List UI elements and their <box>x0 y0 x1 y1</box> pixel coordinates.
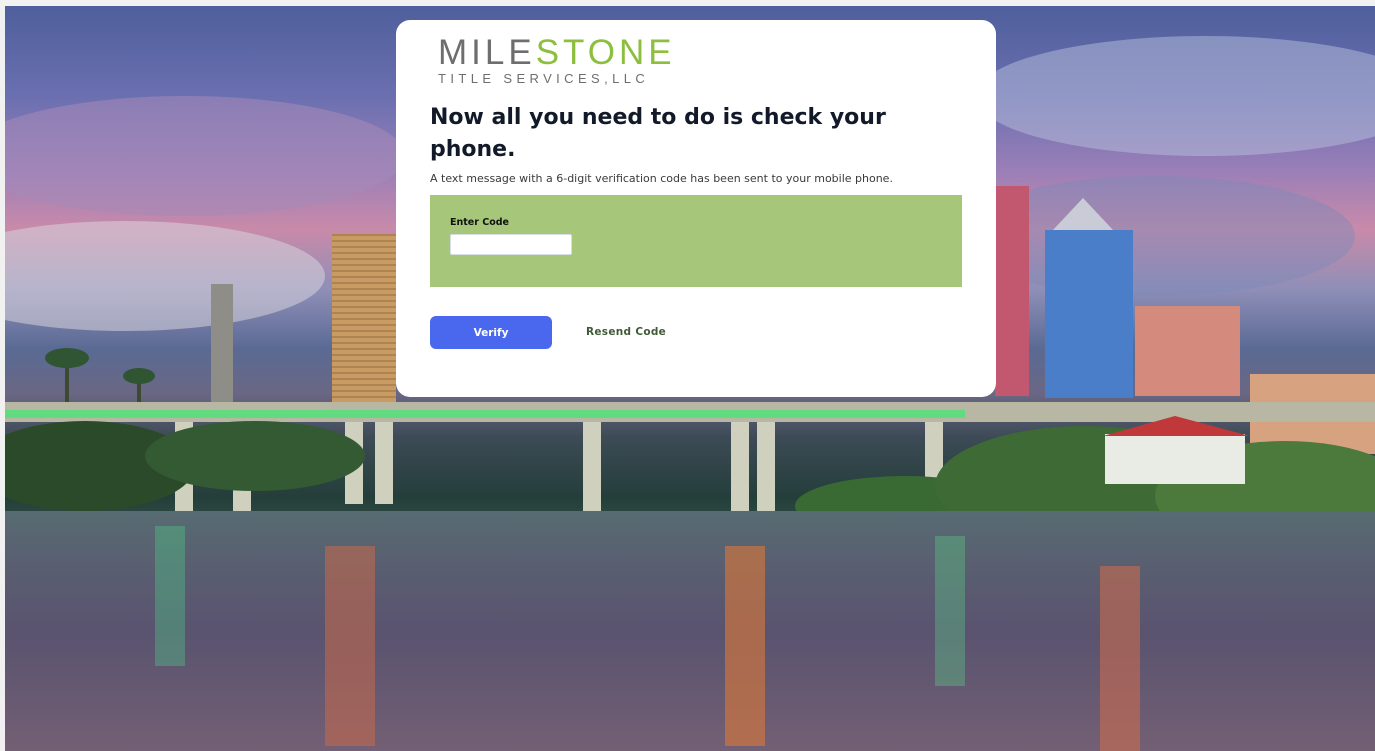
resend-code-link[interactable]: Resend Code <box>586 326 666 338</box>
code-label: Enter Code <box>450 217 509 228</box>
code-entry-panel: Enter Code <box>430 195 962 287</box>
verification-card: MILESTONE TITLE SERVICES,LLC Now all you… <box>396 20 996 397</box>
logo-wordmark-gray: MILE <box>438 33 536 72</box>
logo-subtitle: TITLE SERVICES,LLC <box>438 71 650 86</box>
instruction-text: A text message with a 6-digit verificati… <box>430 172 893 185</box>
company-logo: MILESTONE TITLE SERVICES,LLC <box>438 33 672 86</box>
logo-wordmark: MILESTONE <box>438 33 672 72</box>
verification-code-input[interactable] <box>450 234 572 255</box>
page-frame: MILESTONE TITLE SERVICES,LLC Now all you… <box>0 0 1375 751</box>
page-title: Now all you need to do is check your pho… <box>430 105 886 162</box>
logo-wordmark-green: STONE <box>535 33 676 72</box>
verify-button[interactable]: Verify <box>430 316 552 349</box>
